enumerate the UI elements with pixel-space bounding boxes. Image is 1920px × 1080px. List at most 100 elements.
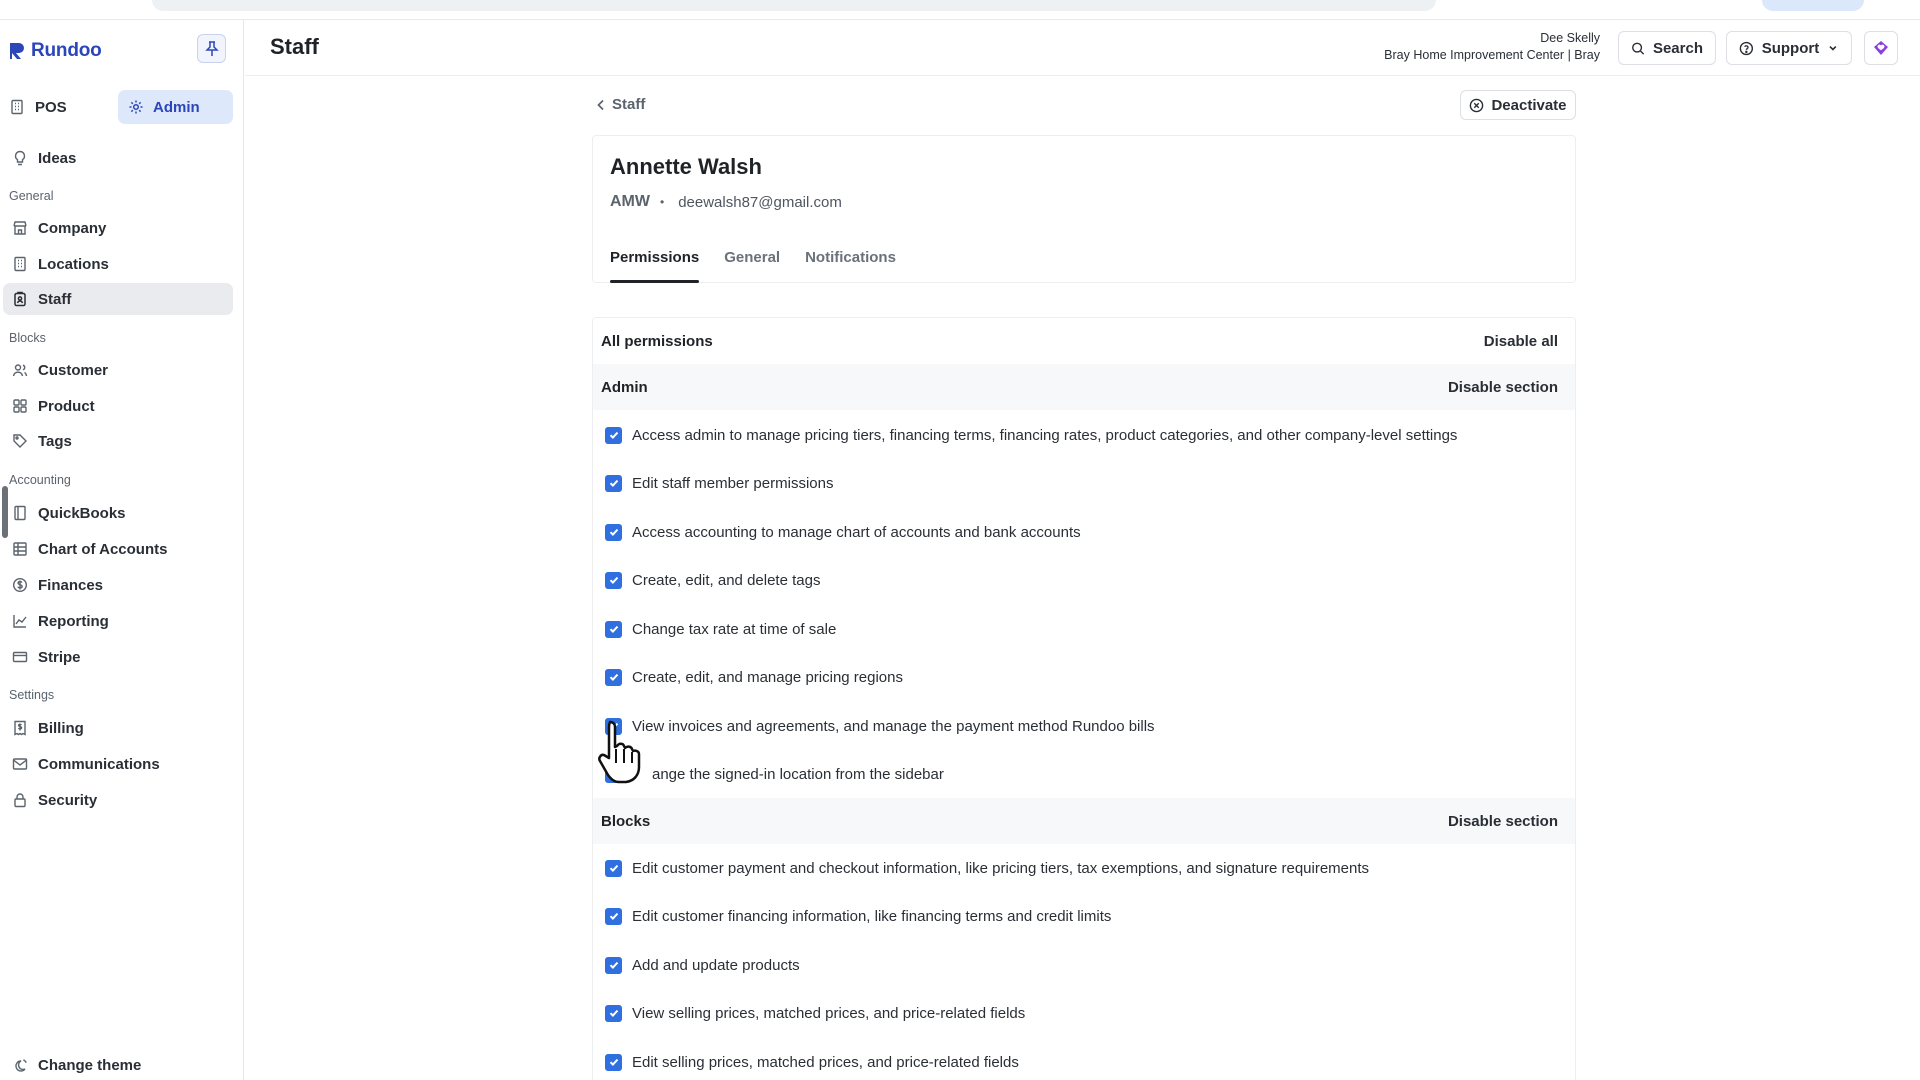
checkbox[interactable] [605,426,622,444]
check-icon [609,576,618,585]
permission-label: Create, edit, and delete tags [632,571,821,589]
check-icon [609,479,618,488]
permission-row[interactable]: Edit staff member permissions [605,470,833,496]
permission-row[interactable]: Access admin to manage pricing tiers, fi… [605,422,1457,448]
permission-row[interactable]: Edit customer payment and checkout infor… [605,855,1369,881]
search-icon [1632,42,1645,55]
building-icon [11,99,23,115]
brand-name: Rundoo [31,40,102,61]
checkbox[interactable] [605,1004,622,1022]
admin-mode-button[interactable]: Admin [118,90,233,124]
checkbox[interactable] [605,668,622,686]
sidebar-item-reporting[interactable]: Reporting [3,605,233,637]
section-label-general: General [9,189,54,203]
check-icon [609,1058,618,1067]
disable-section-button[interactable]: Disable section [1448,813,1558,830]
checkbox[interactable] [605,956,622,974]
permission-row[interactable]: Create, edit, and delete tags [605,567,820,593]
sidebar-item-label: Communications [38,755,160,773]
tab-notifications[interactable]: Notifications [805,249,896,283]
search-label: Search [1652,39,1703,57]
permission-row[interactable]: Access accounting to manage chart of acc… [605,519,1081,545]
tab-general[interactable]: General [724,249,780,283]
permissions-panel: All permissions Disable all Admin Disabl… [592,317,1576,1080]
support-label: Support [1761,39,1820,57]
disable-all-button[interactable]: Disable all [1484,333,1558,350]
permission-row[interactable]: View selling prices, matched prices, and… [605,1000,1025,1026]
permission-row[interactable]: Edit selling prices, matched prices, and… [605,1049,1019,1075]
sidebar-item-label: Security [38,791,98,809]
user-name: Dee Skelly [1540,31,1600,45]
pin-icon [204,40,219,56]
sidebar-item-billing[interactable]: Billing [3,712,233,744]
browser-top-strip [0,0,1920,20]
sidebar-item-tags[interactable]: Tags [3,425,233,457]
sidebar-item-ideas[interactable]: Ideas [3,142,233,174]
check-icon [609,625,618,634]
permission-row[interactable]: Create, edit, and manage pricing regions [605,664,903,690]
checkbox[interactable] [605,523,622,541]
search-button[interactable]: Search [1618,31,1716,65]
sidebar-item-label: Tags [38,432,72,450]
check-icon [609,673,618,682]
permission-label: View selling prices, matched prices, and… [632,1004,1026,1022]
permission-label: Edit customer payment and checkout infor… [632,859,1370,877]
app-avatar-button[interactable] [1864,31,1898,65]
permission-row[interactable]: ange the signed-in location from the sid… [605,761,944,787]
staff-email: deewalsh87@gmail.com [678,193,842,211]
sidebar-item-label: Staff [38,290,72,308]
sidebar-item-locations[interactable]: Locations [3,248,233,280]
sidebar-item-label: Ideas [38,149,77,167]
sidebar-item-label: Billing [38,719,84,737]
x-circle-icon [1470,98,1484,112]
checkbox[interactable] [605,1053,622,1071]
sidebar-item-chart-of-accounts[interactable]: Chart of Accounts [3,533,233,565]
rundoo-logo-icon [10,43,24,59]
check-icon [609,528,618,537]
check-icon [609,961,618,970]
change-theme-button[interactable]: Change theme [12,1057,141,1074]
checkbox[interactable] [605,907,622,925]
sidebar-item-finances[interactable]: Finances [3,569,233,601]
address-bar[interactable] [152,0,1436,11]
checkbox[interactable] [605,474,622,492]
permission-row[interactable]: Add and update products [605,952,800,978]
mode-switcher: POS Admin [0,90,244,124]
staff-initials: AMW [610,193,650,210]
sidebar-item-communications[interactable]: Communications [3,748,233,780]
current-user-info[interactable]: Dee Skelly Bray Home Improvement Center … [1384,30,1600,64]
disable-section-button[interactable]: Disable section [1448,379,1558,396]
permission-label: Access admin to manage pricing tiers, fi… [632,426,1458,444]
deactivate-button[interactable]: Deactivate [1460,90,1576,120]
pin-sidebar-button[interactable] [197,34,226,63]
sidebar-item-label: Locations [38,255,109,273]
sidebar-item-label: Customer [38,361,109,379]
section-header-admin: Admin Disable section [593,364,1575,410]
checkbox[interactable] [605,859,622,877]
back-to-staff-link[interactable]: Staff [596,96,645,113]
sidebar-item-security[interactable]: Security [3,784,233,816]
sidebar-item-customer[interactable]: Customer [3,354,233,386]
permission-row[interactable]: Change tax rate at time of sale [605,616,836,642]
support-dropdown[interactable]: Support [1726,31,1852,65]
sidebar-item-product[interactable]: Product [3,390,233,422]
user-organization: Bray Home Improvement Center | Bray [1384,48,1600,62]
checkbox[interactable] [605,571,622,589]
permission-row[interactable]: Edit customer financing information, lik… [605,903,1111,929]
browser-profile-pill[interactable] [1762,0,1864,11]
checkbox[interactable] [605,620,622,638]
pos-mode-button[interactable]: POS [9,90,67,124]
brand[interactable]: Rundoo [9,39,102,63]
permission-row[interactable]: View invoices and agreements, and manage… [605,713,1155,739]
chevron-left-icon [597,99,604,110]
sidebar-item-stripe[interactable]: Stripe [3,641,233,673]
sidebar-item-quickbooks[interactable]: QuickBooks [3,497,233,529]
lightbulb-icon [14,150,26,166]
sidebar-item-label: Chart of Accounts [38,540,168,558]
tab-permissions[interactable]: Permissions [610,249,700,283]
page-title: Staff [270,34,319,59]
sidebar-item-company[interactable]: Company [3,212,233,244]
sidebar-item-staff[interactable]: Staff [3,283,233,315]
permission-label: Change tax rate at time of sale [632,620,837,638]
store-icon [13,221,27,235]
